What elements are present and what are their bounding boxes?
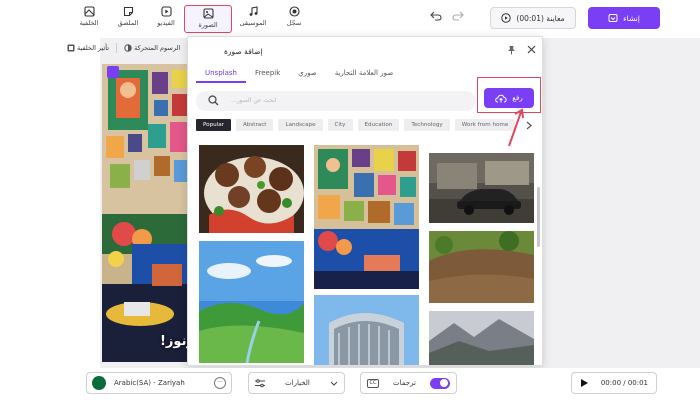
play-circle-icon (501, 13, 512, 23)
result-image-building[interactable] (314, 295, 419, 365)
canvas-photo (102, 64, 192, 362)
toolbar-music[interactable]: الموسيقى (234, 6, 272, 32)
chip-abstract[interactable]: Abstract (235, 119, 274, 131)
background-effect-button[interactable]: تأثير الخلفية (64, 44, 112, 52)
canvas-image-badge-icon (107, 66, 119, 78)
result-image-collage[interactable] (314, 145, 419, 289)
animation-icon (124, 44, 132, 52)
building-photo (314, 295, 419, 365)
grid-scrollbar[interactable] (537, 187, 540, 247)
left-panel (0, 38, 100, 368)
options-label: الخيارات (285, 379, 310, 387)
saudi-flag-icon (92, 376, 106, 390)
result-image-mountains[interactable] (429, 311, 534, 365)
chip-technology[interactable]: Technology (404, 119, 450, 131)
toolbar-label: سجّل (286, 19, 302, 27)
redo-icon[interactable] (452, 11, 464, 21)
subtitles-control: CC ترجمات (360, 372, 457, 394)
background-effect-label: تأثير الخلفية (77, 44, 110, 52)
tab-freepik[interactable]: Freepik (246, 67, 289, 83)
record-icon (288, 6, 300, 17)
music-icon (249, 6, 258, 16)
chevron-down-icon (330, 381, 338, 386)
options-dropdown[interactable]: الخيارات (248, 372, 345, 394)
result-image-car[interactable] (429, 153, 534, 223)
pin-icon[interactable] (507, 45, 516, 55)
subtitles-toggle[interactable] (429, 377, 450, 389)
video-icon (160, 6, 172, 17)
search-icon (208, 95, 219, 106)
search-placeholder: ابحث عن الصور... (231, 97, 277, 104)
toolbar-video[interactable]: الفيديو (147, 6, 185, 32)
result-image-hills[interactable] (429, 231, 534, 303)
context-toolbar: تأثير الخلفية الرسوم المتحركة (64, 41, 183, 55)
toolbar-image[interactable]: الصورة (184, 5, 232, 33)
image-icon (202, 8, 214, 19)
subtitles-label: ترجمات (393, 379, 416, 387)
cloud-upload-icon (495, 94, 507, 102)
preview-button[interactable]: معاينة (00:01) (490, 7, 576, 29)
voice-label: Arabic(SA) - Zariyah (114, 379, 185, 387)
toolbar-label: الخلفية (79, 19, 99, 27)
chip-popular[interactable]: Popular (196, 119, 231, 131)
result-image-food[interactable] (199, 145, 304, 233)
upload-button[interactable]: رفع (484, 88, 534, 108)
source-tabs: Unsplash Freepik صوري صور العلامة التجار… (196, 67, 402, 83)
car-photo (429, 153, 534, 223)
export-icon (608, 14, 618, 22)
toolbar-label: الموسيقى (239, 19, 267, 27)
hills-photo (429, 231, 534, 303)
sticker-icon (123, 6, 133, 17)
more-options-icon[interactable]: ··· (214, 377, 226, 389)
chip-education[interactable]: Education (357, 119, 400, 131)
close-icon[interactable] (527, 45, 536, 54)
divider (116, 43, 118, 53)
playback-time: 00:00 / 00:01 (600, 379, 648, 387)
collage-photo (314, 145, 419, 289)
landscape-photo (199, 241, 304, 363)
play-icon[interactable] (580, 378, 589, 388)
preview-label: معاينة (00:01) (516, 13, 565, 23)
category-chips: Popular Abstract Landscape City Educatio… (196, 119, 528, 133)
food-photo (199, 145, 304, 233)
dialog-title: إضافة صورة (224, 47, 263, 56)
toolbar-background[interactable]: الخلفية (70, 6, 108, 32)
create-button[interactable]: إنشاء (588, 7, 660, 29)
captions-icon: CC (367, 378, 379, 388)
toolbar-label: الملصق (117, 19, 139, 27)
chip-landscape[interactable]: Landscape (278, 119, 323, 131)
tab-brand-images[interactable]: صور العلامة التجارية (326, 67, 402, 83)
image-search-input[interactable]: ابحث عن الصور... (196, 91, 476, 111)
background-effect-icon (67, 44, 75, 52)
mountains-photo (429, 311, 534, 365)
add-image-dialog: إضافة صورة Unsplash Freepik صوري صور الع… (187, 36, 543, 366)
voice-selector[interactable]: Arabic(SA) - Zariyah ··· (86, 372, 232, 394)
animation-label: الرسوم المتحركة (134, 44, 181, 52)
animation-button[interactable]: الرسوم المتحركة (121, 44, 183, 52)
toolbar-label: الصورة (198, 21, 218, 29)
sliders-icon (255, 378, 265, 387)
background-icon (83, 6, 95, 17)
toolbar-label: الفيديو (157, 19, 175, 27)
undo-icon[interactable] (430, 11, 442, 21)
create-label: إنشاء (623, 13, 640, 23)
chip-city[interactable]: City (327, 119, 353, 131)
app-window: الخلفية الملصق الفيديو الصورة الموسيقى س… (0, 0, 700, 400)
toolbar-record[interactable]: سجّل (275, 6, 313, 32)
canvas-image[interactable]: دونوز! (102, 64, 192, 362)
playback-control: 00:00 / 00:01 (571, 372, 657, 394)
result-image-landscape[interactable] (199, 241, 304, 363)
toolbar-sticker[interactable]: الملصق (109, 6, 147, 32)
tab-unsplash[interactable]: Unsplash (196, 67, 246, 83)
annotation-arrow-icon (508, 108, 524, 147)
upload-label: رفع (512, 94, 523, 102)
tab-my-images[interactable]: صوري (289, 67, 325, 83)
